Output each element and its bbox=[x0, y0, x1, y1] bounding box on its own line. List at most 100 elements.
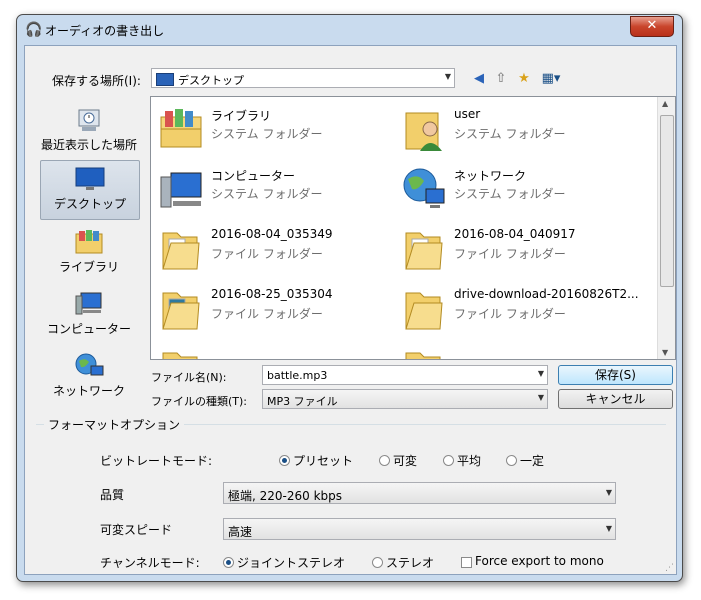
filetype-label: ファイルの種類(T): bbox=[151, 395, 248, 408]
location-combo[interactable]: デスクトップ ▼ bbox=[151, 68, 455, 88]
item-name: 2016-08-25_035304 bbox=[211, 287, 333, 301]
back-icon[interactable]: ◀ bbox=[470, 70, 488, 88]
radio-average[interactable] bbox=[443, 455, 454, 466]
filename-label: ファイル名(N): bbox=[151, 371, 227, 384]
new-folder-icon[interactable]: ★ bbox=[515, 70, 533, 88]
item-name: 2016-08-04_040917 bbox=[454, 227, 576, 241]
radio-constant-label: 一定 bbox=[520, 454, 545, 468]
folder-icon bbox=[162, 232, 200, 270]
item-type: ファイル フォルダー bbox=[211, 307, 323, 321]
place-libraries[interactable]: ライブラリ bbox=[40, 224, 138, 282]
radio-average-label: 平均 bbox=[457, 454, 482, 468]
place-computer[interactable]: コンピューター bbox=[40, 286, 138, 344]
place-recent[interactable]: 最近表示した場所 bbox=[40, 102, 138, 160]
dialog-body: 保存する場所(I): デスクトップ ▼ ◀ ⇧ ★ ▦▾ 最近表示した場所 デス… bbox=[24, 45, 677, 575]
item-name: 2016-08-04_035349 bbox=[211, 227, 333, 241]
list-item[interactable] bbox=[153, 341, 393, 359]
save-button[interactable]: 保存(S) bbox=[558, 365, 673, 385]
item-type: ファイル フォルダー bbox=[454, 307, 566, 321]
scrollbar-thumb[interactable] bbox=[660, 115, 674, 287]
chevron-down-icon[interactable]: ▼ bbox=[538, 369, 544, 378]
view-menu-icon[interactable]: ▦▾ bbox=[538, 70, 564, 88]
chevron-down-icon: ▼ bbox=[605, 524, 612, 533]
item-name: drive-download-20160826T2... bbox=[454, 287, 639, 301]
chevron-down-icon: ▼ bbox=[605, 488, 612, 497]
place-label: コンピューター bbox=[46, 322, 131, 336]
computer-icon bbox=[75, 292, 102, 315]
list-item[interactable]: コンピューター システム フォルダー bbox=[153, 161, 393, 217]
radio-preset[interactable] bbox=[279, 455, 290, 466]
radio-joint-stereo[interactable] bbox=[223, 557, 234, 568]
radio-stereo-label: ステレオ bbox=[386, 556, 435, 570]
filetype-value: MP3 ファイル bbox=[267, 395, 338, 408]
folder-icon bbox=[405, 352, 441, 359]
recent-places-icon bbox=[78, 109, 100, 131]
list-item[interactable]: drive-download-20160826T2... ファイル フォルダー bbox=[396, 281, 639, 337]
list-item[interactable] bbox=[396, 341, 636, 359]
radio-variable[interactable] bbox=[379, 455, 390, 466]
item-type: システム フォルダー bbox=[211, 187, 323, 201]
up-folder-icon[interactable]: ⇧ bbox=[492, 70, 510, 88]
list-item[interactable]: 2016-08-04_035349 ファイル フォルダー bbox=[153, 221, 393, 277]
resize-grip-icon[interactable]: ⋰ bbox=[665, 563, 674, 573]
places-bar: 最近表示した場所 デスクトップ ライブラリ コンピューター ネットワーク bbox=[40, 94, 140, 404]
filename-input[interactable]: battle.mp3 ▼ bbox=[262, 365, 548, 385]
speed-select[interactable]: 高速 ▼ bbox=[223, 518, 616, 540]
place-label: デスクトップ bbox=[53, 197, 126, 211]
list-item[interactable]: 2016-08-04_040917 ファイル フォルダー bbox=[396, 221, 636, 277]
chevron-down-icon: ▼ bbox=[537, 393, 544, 402]
radio-preset-label: プリセット bbox=[293, 454, 354, 468]
location-label: 保存する場所(I): bbox=[52, 74, 141, 88]
folder-icon bbox=[162, 292, 200, 330]
quality-label: 品質 bbox=[100, 488, 125, 502]
network-icon bbox=[75, 353, 104, 376]
radio-constant[interactable] bbox=[506, 455, 517, 466]
place-label: ネットワーク bbox=[52, 384, 125, 398]
location-value: デスクトップ bbox=[178, 74, 244, 87]
place-network[interactable]: ネットワーク bbox=[40, 348, 138, 406]
list-item[interactable]: ライブラリ システム フォルダー bbox=[153, 101, 393, 157]
item-name: user bbox=[454, 107, 481, 121]
item-name: ライブラリ bbox=[211, 109, 272, 123]
format-options-title: フォーマットオプション bbox=[44, 416, 185, 433]
item-name: コンピューター bbox=[211, 169, 296, 183]
place-label: 最近表示した場所 bbox=[40, 138, 137, 152]
force-mono-checkbox[interactable] bbox=[461, 557, 472, 568]
folder-icon bbox=[405, 232, 443, 270]
window-title: オーディオの書き出し bbox=[45, 24, 165, 38]
libraries-icon bbox=[75, 230, 103, 254]
cancel-button[interactable]: キャンセル bbox=[558, 389, 673, 409]
item-type: システム フォルダー bbox=[211, 127, 323, 141]
item-name: ネットワーク bbox=[454, 169, 527, 183]
speed-value: 高速 bbox=[228, 525, 253, 539]
file-list[interactable]: ライブラリ システム フォルダー user システム フォルダー コンピューター… bbox=[150, 96, 676, 360]
item-type: ファイル フォルダー bbox=[454, 247, 566, 261]
desktop-icon bbox=[156, 73, 174, 86]
vertical-scrollbar[interactable]: ▲ ▼ bbox=[657, 97, 675, 359]
folder-icon bbox=[162, 352, 198, 359]
filename-value: battle.mp3 bbox=[267, 369, 328, 382]
filetype-select[interactable]: MP3 ファイル ▼ bbox=[262, 389, 548, 409]
item-type: システム フォルダー bbox=[454, 127, 566, 141]
close-button[interactable]: ✕ bbox=[630, 16, 674, 37]
radio-variable-label: 可変 bbox=[393, 454, 418, 468]
force-mono-label: Force export to mono bbox=[475, 554, 604, 568]
radio-joint-stereo-label: ジョイントステレオ bbox=[237, 556, 346, 570]
list-item[interactable]: user システム フォルダー bbox=[396, 101, 636, 157]
place-label: ライブラリ bbox=[58, 260, 119, 274]
list-item[interactable]: 2016-08-25_035304 ファイル フォルダー bbox=[153, 281, 393, 337]
place-desktop[interactable]: デスクトップ bbox=[40, 160, 140, 220]
quality-select[interactable]: 極端, 220-260 kbps ▼ bbox=[223, 482, 616, 504]
libraries-icon bbox=[160, 109, 202, 148]
scroll-down-icon[interactable]: ▼ bbox=[662, 348, 668, 357]
title-bar[interactable]: 🎧 オーディオの書き出し ✕ bbox=[17, 15, 682, 45]
scroll-up-icon[interactable]: ▲ bbox=[662, 99, 668, 108]
list-item[interactable]: ネットワーク システム フォルダー bbox=[396, 161, 636, 217]
network-icon bbox=[403, 168, 445, 208]
desktop-icon bbox=[75, 167, 105, 190]
export-audio-dialog: 🎧 オーディオの書き出し ✕ 保存する場所(I): デスクトップ ▼ ◀ ⇧ ★… bbox=[16, 14, 683, 582]
speed-label: 可変スピード bbox=[100, 523, 173, 537]
radio-stereo[interactable] bbox=[372, 557, 383, 568]
channel-mode-label: チャンネルモード: bbox=[100, 556, 200, 570]
format-options-group: フォーマットオプション ビットレートモード: プリセット 可変 平均 一定 品質… bbox=[36, 416, 666, 571]
